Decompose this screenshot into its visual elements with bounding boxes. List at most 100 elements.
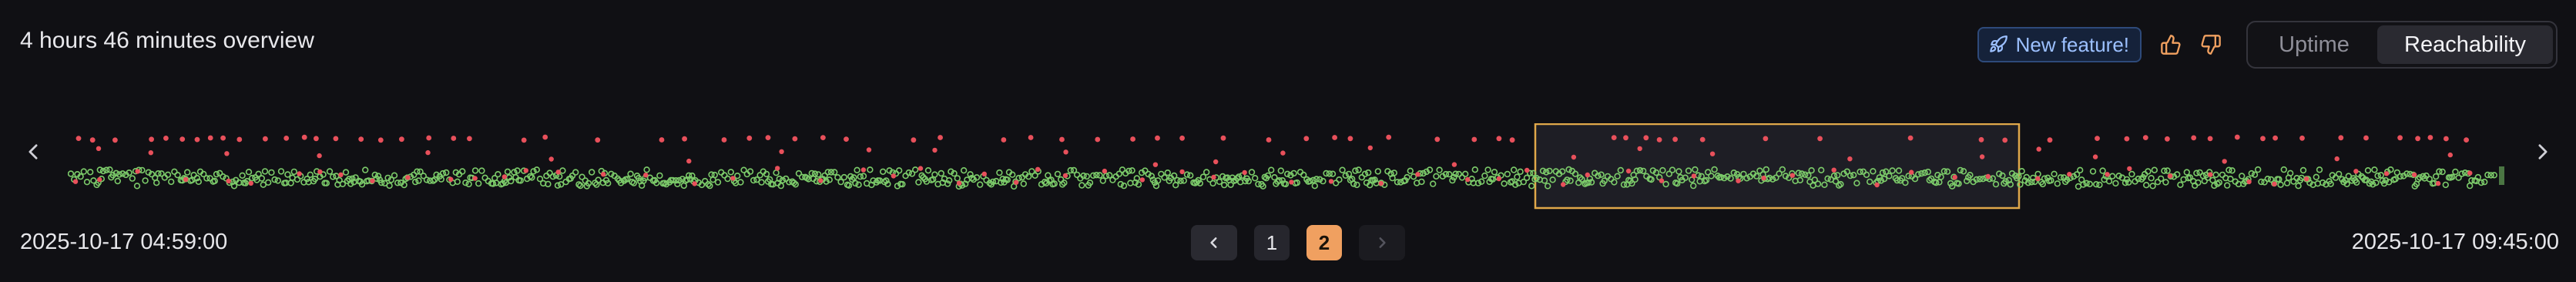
page-1-button[interactable]: 1 bbox=[1254, 225, 1290, 260]
status-dot bbox=[142, 177, 149, 184]
status-dot bbox=[1339, 166, 1346, 173]
status-dot bbox=[1099, 177, 1107, 184]
status-dot bbox=[1220, 181, 1228, 189]
status-dot bbox=[2086, 180, 2094, 188]
status-dot bbox=[149, 136, 154, 143]
thumbs-up-button[interactable] bbox=[2154, 28, 2188, 62]
status-dot bbox=[727, 169, 734, 176]
status-dot bbox=[555, 170, 561, 175]
status-dot bbox=[1461, 170, 1469, 178]
status-dot bbox=[504, 168, 512, 175]
status-dot bbox=[1874, 182, 1880, 188]
status-dot bbox=[1496, 176, 1502, 182]
status-dot bbox=[114, 177, 122, 185]
status-dot bbox=[1242, 170, 1247, 176]
thumbs-up-icon bbox=[2161, 35, 2181, 55]
status-dot bbox=[2363, 135, 2369, 141]
status-dot bbox=[1436, 166, 1443, 173]
status-dot bbox=[2280, 166, 2288, 173]
status-dot bbox=[2397, 135, 2403, 141]
status-dot bbox=[224, 151, 230, 156]
status-dot bbox=[83, 178, 91, 186]
status-dot bbox=[854, 166, 860, 173]
status-dot bbox=[377, 137, 384, 143]
status-dot bbox=[2164, 167, 2171, 174]
status-dot bbox=[2260, 136, 2266, 142]
thumbs-down-icon bbox=[2201, 35, 2221, 55]
status-dot bbox=[1102, 168, 1108, 174]
status-dot bbox=[2201, 177, 2209, 185]
status-dot bbox=[1013, 180, 1019, 185]
prev-page-button[interactable] bbox=[1191, 225, 1237, 260]
status-dot bbox=[523, 168, 528, 173]
status-dot bbox=[2299, 135, 2305, 141]
status-dot bbox=[1484, 166, 1491, 173]
status-dot bbox=[1329, 170, 1337, 177]
status-dot bbox=[773, 169, 780, 176]
status-dot bbox=[399, 136, 404, 143]
status-dot bbox=[342, 169, 350, 176]
status-dot bbox=[2054, 180, 2061, 187]
status-dot bbox=[895, 167, 903, 174]
next-page-button[interactable] bbox=[1359, 225, 1405, 260]
page-2-button[interactable]: 2 bbox=[1306, 225, 1342, 260]
status-dot bbox=[307, 171, 314, 179]
status-dot bbox=[1266, 137, 1272, 143]
status-dot bbox=[1761, 175, 1766, 181]
rocket-icon bbox=[1989, 35, 2007, 52]
status-dot bbox=[135, 169, 140, 174]
status-dot bbox=[924, 166, 932, 174]
status-dot bbox=[467, 136, 472, 142]
status-dot bbox=[1267, 166, 1275, 173]
status-dot bbox=[1018, 173, 1026, 181]
status-dot bbox=[2433, 173, 2440, 180]
status-dot bbox=[1347, 136, 1353, 142]
status-dot bbox=[2196, 169, 2203, 176]
status-dot bbox=[2255, 166, 2262, 173]
reachability-tab[interactable]: Reachability bbox=[2377, 25, 2553, 64]
status-dot bbox=[2002, 137, 2008, 143]
status-dot bbox=[1220, 135, 1226, 141]
status-dot bbox=[1063, 149, 1068, 155]
status-dot bbox=[643, 173, 649, 178]
status-dot bbox=[290, 168, 297, 176]
chevron-right-icon bbox=[2538, 144, 2547, 159]
timeline-next-button[interactable] bbox=[2531, 140, 2554, 163]
thumbs-down-button[interactable] bbox=[2194, 28, 2228, 62]
timeline-prev-button[interactable] bbox=[22, 140, 45, 163]
status-dot bbox=[1524, 167, 1530, 173]
status-dot bbox=[425, 149, 431, 156]
status-dot bbox=[902, 172, 909, 180]
status-dot bbox=[2439, 168, 2446, 176]
reachability-timeline[interactable] bbox=[68, 123, 2513, 220]
status-dot bbox=[471, 167, 479, 174]
status-dot bbox=[2207, 136, 2213, 142]
status-dot bbox=[2105, 172, 2110, 177]
status-dot bbox=[555, 173, 563, 180]
selection-window[interactable] bbox=[1534, 123, 2021, 210]
status-dot bbox=[2383, 171, 2390, 176]
status-dot bbox=[1179, 169, 1185, 175]
new-feature-badge[interactable]: New feature! bbox=[1977, 27, 2142, 62]
status-dot bbox=[1433, 173, 1440, 180]
status-dot bbox=[2105, 177, 2113, 185]
status-dot bbox=[1817, 136, 1823, 142]
status-dot bbox=[2112, 180, 2119, 187]
status-dot bbox=[1672, 136, 1679, 143]
status-dot bbox=[370, 178, 375, 183]
status-dot bbox=[714, 179, 722, 186]
status-dot bbox=[1129, 167, 1135, 174]
status-dot bbox=[931, 171, 938, 178]
status-dot bbox=[2304, 176, 2309, 182]
status-dot bbox=[1374, 168, 1382, 175]
status-dot bbox=[190, 171, 197, 179]
status-dot bbox=[283, 136, 290, 141]
status-dot bbox=[521, 137, 527, 143]
uptime-tab[interactable]: Uptime bbox=[2251, 25, 2377, 64]
status-dot bbox=[184, 169, 191, 176]
status-dot bbox=[97, 176, 102, 183]
status-dot bbox=[1130, 136, 1135, 142]
status-dot bbox=[996, 169, 1003, 176]
status-dot bbox=[2151, 166, 2158, 173]
status-dot bbox=[1985, 173, 1991, 180]
